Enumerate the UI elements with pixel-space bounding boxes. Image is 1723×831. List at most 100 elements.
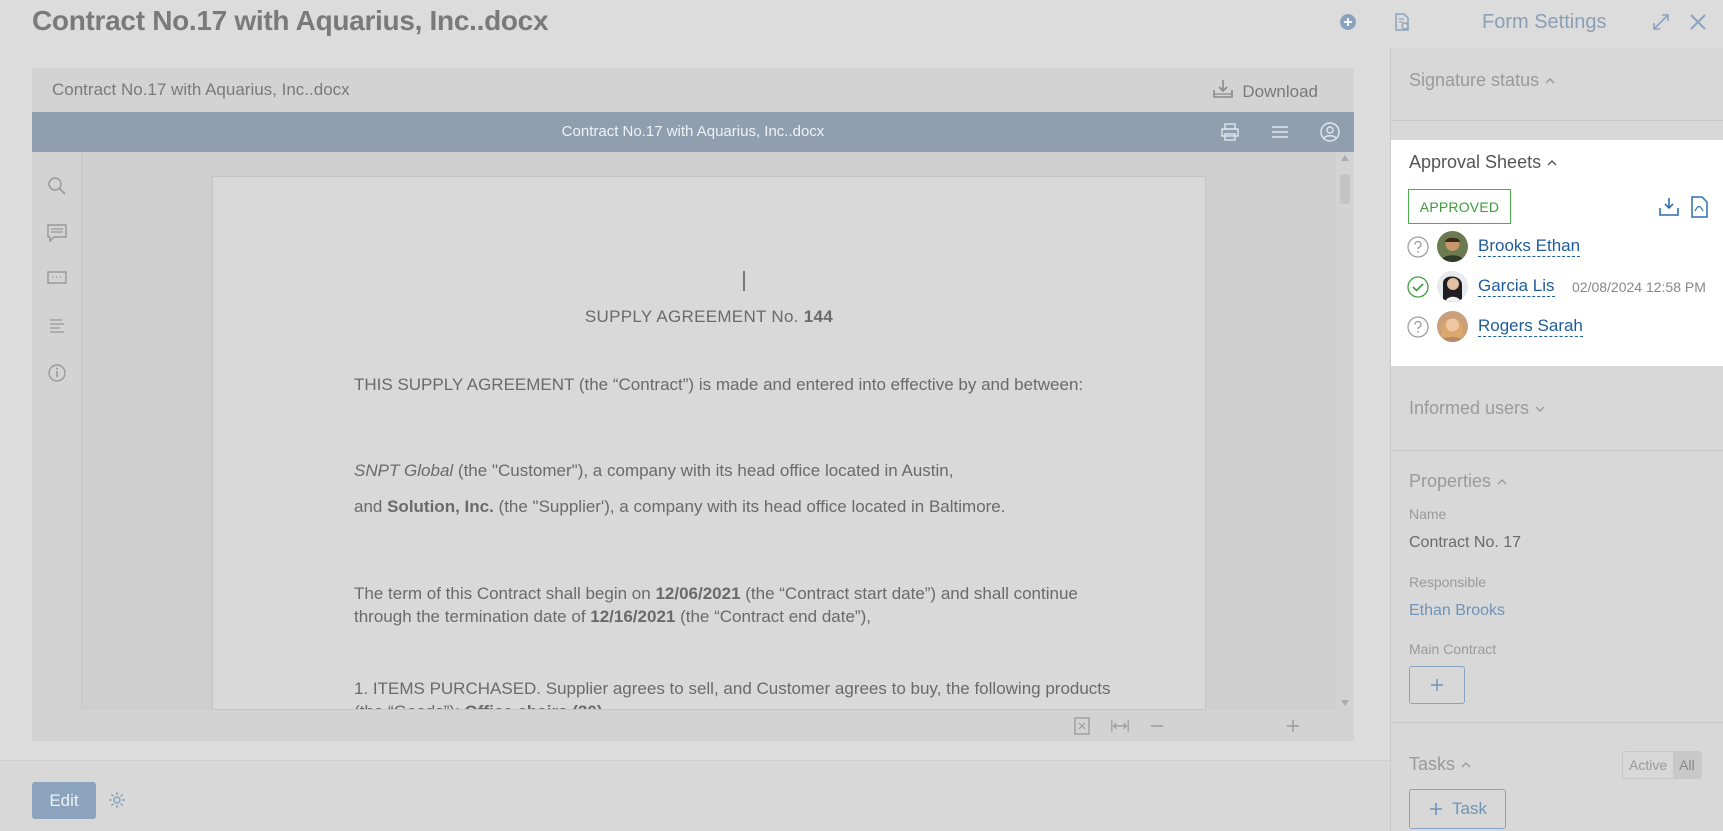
chevron-up-icon — [1547, 159, 1557, 165]
heading-text: SUPPLY AGREEMENT No. — [584, 307, 804, 326]
approver-name-link[interactable]: Garcia Lis — [1478, 276, 1555, 297]
gear-icon[interactable] — [107, 790, 127, 810]
pdf-icon[interactable] — [1687, 195, 1711, 219]
chevron-up-icon — [1461, 761, 1471, 767]
term-end-date: 12/16/2021 — [590, 607, 676, 626]
chat-icon[interactable] — [45, 267, 69, 291]
add-task-button[interactable]: Task — [1409, 789, 1506, 829]
informed-users-toggle[interactable]: Informed users — [1409, 398, 1545, 419]
divider — [1391, 120, 1723, 121]
supplier-name: Solution, Inc. — [387, 497, 494, 516]
doc-paragraph-supplier: and Solution, Inc. (the "Supplier'), a c… — [354, 495, 1114, 518]
property-responsible-label: Responsible — [1409, 574, 1487, 590]
viewer-filename: Contract No.17 with Aquarius, Inc..docx — [52, 80, 350, 99]
text-cursor — [743, 271, 745, 291]
approver-row: Garcia Lis 02/08/2024 12:58 PM — [1407, 271, 1717, 303]
add-task-label: Task — [1452, 799, 1487, 818]
tasks-toggle[interactable]: Tasks — [1409, 754, 1471, 775]
download-button[interactable]: Download — [1212, 78, 1318, 105]
approval-sheets-toggle[interactable]: Approval Sheets — [1409, 152, 1557, 173]
chevron-up-icon — [1497, 478, 1507, 484]
property-name-label: Name — [1409, 506, 1447, 522]
approver-row: Brooks Ethan — [1407, 231, 1717, 263]
expand-icon[interactable] — [1649, 10, 1673, 34]
zoom-out-icon[interactable] — [1147, 716, 1167, 736]
viewer-file-bar: Contract No.17 with Aquarius, Inc..docx … — [32, 68, 1354, 112]
document-page: SUPPLY AGREEMENT No. 144 THIS SUPPLY AGR… — [212, 176, 1206, 710]
viewer-toolbar: Contract No.17 with Aquarius, Inc..docx — [32, 112, 1354, 152]
outline-icon[interactable] — [45, 314, 69, 338]
tasks-filter-active[interactable]: Active — [1623, 752, 1673, 778]
property-name-value: Contract No. 17 — [1409, 534, 1522, 551]
viewer-toolbar-title: Contract No.17 with Aquarius, Inc..docx — [561, 123, 825, 140]
add-circle-icon[interactable] — [1336, 10, 1360, 34]
property-responsible-link[interactable]: Ethan Brooks — [1409, 602, 1505, 620]
info-icon[interactable] — [45, 361, 69, 385]
customer-text: (the "Customer"), a company with its hea… — [453, 461, 954, 480]
doc-paragraph-term: The term of this Contract shall begin on… — [354, 582, 1114, 628]
page-title: Contract No.17 with Aquarius, Inc..docx — [32, 5, 549, 36]
term-text-c: (the “Contract end date”), — [675, 607, 871, 626]
form-settings-link[interactable]: Form Settings — [1482, 11, 1606, 34]
property-main-contract-label: Main Contract — [1409, 641, 1497, 657]
avatar — [1437, 311, 1468, 342]
tasks-filter-all[interactable]: All — [1673, 752, 1701, 778]
supplier-prefix: and — [354, 497, 388, 516]
supplier-text: (the "Supplier'), a company with its hea… — [493, 497, 1006, 516]
divider — [1391, 722, 1723, 723]
informed-users-label: Informed users — [1409, 398, 1530, 418]
comment-icon[interactable] — [45, 221, 69, 245]
download-label: Download — [1242, 81, 1318, 101]
close-icon[interactable] — [1686, 10, 1710, 34]
properties-toggle[interactable]: Properties — [1409, 471, 1507, 492]
plus-icon — [1430, 803, 1443, 815]
bottom-action-bar: Edit — [0, 760, 1390, 831]
chevron-up-icon — [1545, 77, 1555, 83]
plus-icon — [1431, 679, 1443, 691]
doc-paragraph-intro: THIS SUPPLY AGREEMENT (the “Contract”) i… — [354, 375, 1084, 394]
approval-date: 02/08/2024 12:58 PM — [1572, 279, 1706, 295]
question-circle-icon — [1407, 236, 1429, 258]
viewer-body: SUPPLY AGREEMENT No. 144 THIS SUPPLY AGR… — [32, 152, 1354, 710]
items-goods: Office chairs (30) — [465, 702, 603, 709]
user-icon[interactable] — [1319, 121, 1341, 143]
add-main-contract-button[interactable] — [1409, 666, 1465, 704]
term-text-a: The term of this Contract shall begin on — [354, 584, 656, 603]
menu-icon[interactable] — [1269, 121, 1291, 143]
approval-sheets-card: Approval Sheets APPROVED Brooks Ethan Ga… — [1391, 140, 1723, 366]
fit-width-icon[interactable] — [1110, 716, 1130, 736]
fit-page-icon[interactable] — [1072, 716, 1092, 736]
print-icon[interactable] — [1219, 121, 1241, 143]
zoom-in-icon[interactable] — [1283, 716, 1303, 736]
chevron-down-icon — [1535, 406, 1545, 412]
doc-paragraph-items: 1. ITEMS PURCHASED. Supplier agrees to s… — [354, 677, 1114, 709]
viewer-scrollbar[interactable] — [1336, 152, 1354, 710]
download-sheet-icon[interactable] — [1657, 195, 1681, 219]
signature-status-label: Signature status — [1409, 70, 1540, 90]
avatar — [1437, 231, 1468, 262]
properties-title: Properties — [1409, 471, 1492, 491]
document-settings-icon[interactable] — [1390, 10, 1414, 34]
customer-name: SNPT Global — [354, 461, 454, 480]
divider — [1391, 450, 1723, 451]
search-icon[interactable] — [45, 174, 69, 198]
download-icon — [1212, 78, 1234, 105]
heading-number: 144 — [803, 307, 834, 326]
avatar — [1437, 271, 1468, 302]
edit-button[interactable]: Edit — [32, 782, 96, 819]
scroll-thumb[interactable] — [1340, 174, 1350, 204]
signature-status-toggle[interactable]: Signature status — [1409, 70, 1555, 91]
viewer-status-bar — [32, 710, 1354, 741]
check-circle-icon — [1407, 276, 1429, 298]
right-panel: Signature status Approval Sheets APPROVE… — [1390, 48, 1723, 831]
status-badge: APPROVED — [1408, 189, 1511, 224]
question-circle-icon — [1407, 316, 1429, 338]
approval-sheets-title: Approval Sheets — [1409, 152, 1542, 172]
approver-row: Rogers Sarah — [1407, 311, 1717, 343]
term-start-date: 12/06/2021 — [655, 584, 741, 603]
tasks-filter: Active All — [1622, 751, 1702, 779]
approver-name-link[interactable]: Brooks Ethan — [1478, 236, 1581, 257]
viewer-left-rail — [32, 152, 82, 710]
approver-name-link[interactable]: Rogers Sarah — [1478, 316, 1583, 337]
document-viewer: Contract No.17 with Aquarius, Inc..docx … — [32, 68, 1354, 741]
